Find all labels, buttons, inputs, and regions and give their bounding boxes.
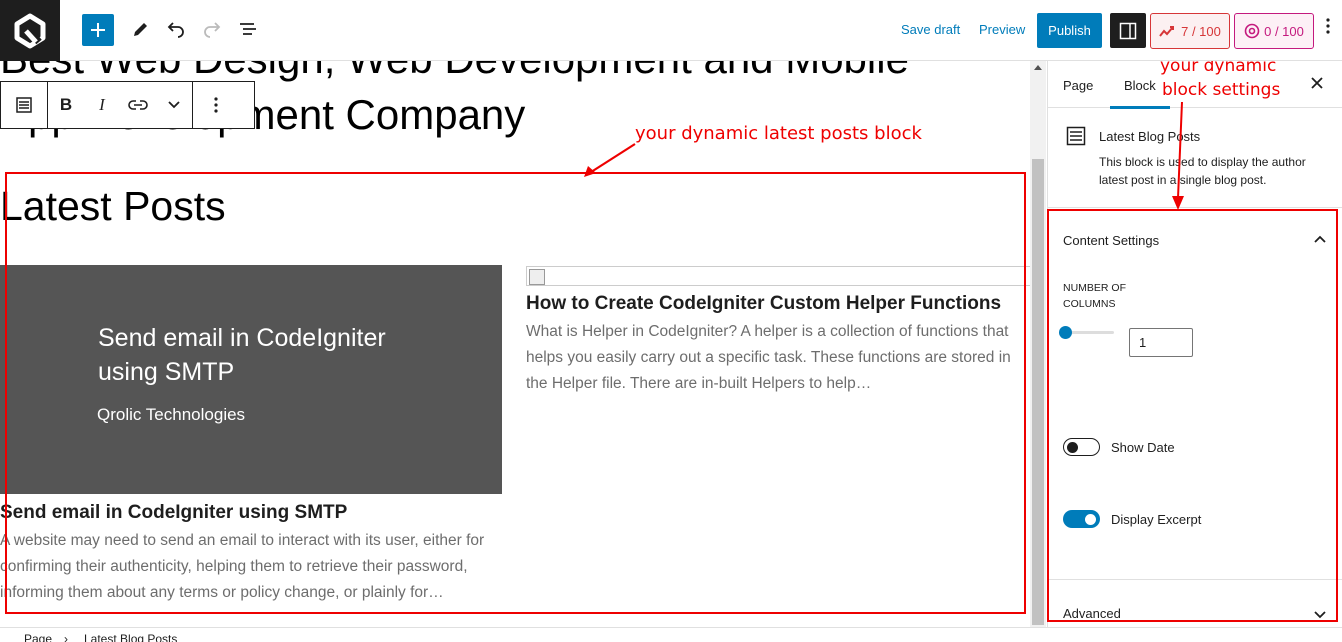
editor-canvas[interactable]: Best Web Design, Web Development and Mob… — [0, 61, 1030, 627]
post-thumbnail[interactable]: Send email in CodeIgniter using SMTP Qro… — [0, 265, 502, 494]
annotation-arrow-icon — [1172, 101, 1184, 210]
block-options-button[interactable] — [193, 82, 239, 128]
vertical-ellipsis-icon — [1326, 18, 1330, 34]
q-logo-icon[interactable] — [0, 0, 60, 61]
bold-icon: B — [59, 95, 73, 114]
link-icon — [128, 100, 148, 110]
tab-block[interactable]: Block — [1110, 78, 1170, 109]
block-card: Latest Blog Posts This block is used to … — [1048, 108, 1342, 208]
readability-score-button[interactable]: 0 / 100 — [1234, 13, 1314, 49]
list-view-icon — [240, 23, 256, 35]
block-options-group — [193, 82, 239, 128]
post-title[interactable]: Send email in CodeIgniter using SMTP — [0, 502, 347, 524]
show-date-toggle[interactable] — [1063, 438, 1100, 456]
columns-range-thumb[interactable] — [1059, 326, 1072, 339]
seo-score-button[interactable]: 7 / 100 — [1150, 13, 1230, 49]
scrollbar-thumb[interactable] — [1032, 159, 1044, 625]
readability-score-value: 0 / 100 — [1264, 23, 1304, 39]
pencil-icon — [134, 23, 147, 36]
italic-button[interactable]: I — [84, 82, 120, 128]
redo-button[interactable] — [196, 14, 228, 46]
link-button[interactable] — [120, 82, 156, 128]
chevron-up-icon[interactable] — [1313, 232, 1327, 246]
undo-icon — [167, 22, 184, 38]
align-justify-icon — [16, 97, 32, 113]
columns-number-input[interactable]: 1 — [1129, 328, 1193, 357]
panel-divider — [1048, 579, 1342, 580]
breadcrumb-latest-blog-posts[interactable]: Latest Blog Posts — [84, 632, 177, 642]
save-draft-button[interactable]: Save draft — [901, 22, 960, 37]
scroll-up-arrow-icon[interactable] — [1034, 65, 1042, 70]
sidebar-icon — [1119, 22, 1137, 39]
block-settings-annotation-line-2: block settings — [1162, 80, 1281, 100]
advanced-panel-toggle[interactable]: Advanced — [1063, 606, 1121, 621]
number-of-columns-label: Number of Columns — [1063, 282, 1126, 310]
annotation-arrow-icon — [584, 143, 636, 177]
vertical-ellipsis-icon — [214, 97, 218, 113]
add-block-button[interactable] — [82, 14, 114, 46]
tab-page[interactable]: Page — [1063, 78, 1093, 93]
formatting-group: B I — [48, 82, 193, 128]
block-breadcrumb: Page › Latest Blog Posts — [0, 627, 1342, 642]
plus-icon — [91, 23, 105, 37]
publish-button[interactable]: Publish — [1037, 13, 1102, 48]
post-title[interactable]: How to Create CodeIgniter Custom Helper … — [526, 293, 1001, 315]
edit-tools-button[interactable] — [124, 14, 156, 46]
document-overview-button[interactable] — [232, 14, 264, 46]
close-icon — [1311, 77, 1323, 89]
editor-top-bar: Save draft Preview Publish 7 / 100 0 / 1… — [0, 0, 1342, 61]
latest-posts-annotation: your dynamic latest posts block — [635, 123, 922, 144]
seo-score-value: 7 / 100 — [1181, 23, 1221, 39]
thumbnail-title: Send email in CodeIgniter using SMTP — [98, 324, 386, 386]
breadcrumb-page[interactable]: Page — [24, 632, 52, 642]
show-date-label: Show Date — [1111, 440, 1175, 455]
italic-icon: I — [99, 95, 105, 114]
post-excerpt: What is Helper in CodeIgniter? A helper … — [526, 323, 1011, 392]
chevron-down-icon[interactable] — [1313, 607, 1327, 621]
display-excerpt-label: Display Excerpt — [1111, 512, 1202, 527]
redo-icon — [204, 22, 221, 38]
thumbnail-subtitle: Qrolic Technologies — [97, 405, 246, 424]
content-settings-toggle[interactable]: Content Settings — [1063, 233, 1159, 248]
paragraph-type-button[interactable] — [1, 82, 47, 128]
undo-button[interactable] — [160, 14, 192, 46]
page-title-line-1: Best Web Design, Web Development and Mob… — [0, 61, 909, 82]
block-list-icon — [1066, 126, 1086, 146]
block-description: This block is used to display the author… — [1099, 155, 1306, 187]
post-excerpt: A website may need to send an email to i… — [0, 532, 485, 601]
block-toolbar: B I — [0, 81, 255, 129]
close-sidebar-button[interactable] — [1311, 73, 1323, 94]
more-formatting-button[interactable] — [156, 82, 192, 128]
content-ai-icon — [1244, 23, 1260, 39]
rank-math-icon — [1159, 26, 1175, 37]
bold-button[interactable]: B — [48, 82, 84, 128]
display-excerpt-toggle[interactable] — [1063, 510, 1100, 528]
latest-posts-heading[interactable]: Latest Posts — [0, 183, 226, 230]
settings-sidebar: Page Block Latest Blog Posts This block … — [1047, 61, 1342, 627]
preview-button[interactable]: Preview — [979, 22, 1025, 37]
chevron-down-icon — [168, 101, 180, 109]
breadcrumb-separator-icon: › — [64, 632, 68, 642]
more-options-button[interactable] — [1326, 18, 1330, 39]
settings-toggle-button[interactable] — [1110, 13, 1146, 48]
block-type-group — [1, 82, 48, 128]
broken-image-icon[interactable] — [526, 266, 1030, 286]
editor-scrollbar[interactable] — [1030, 61, 1046, 627]
